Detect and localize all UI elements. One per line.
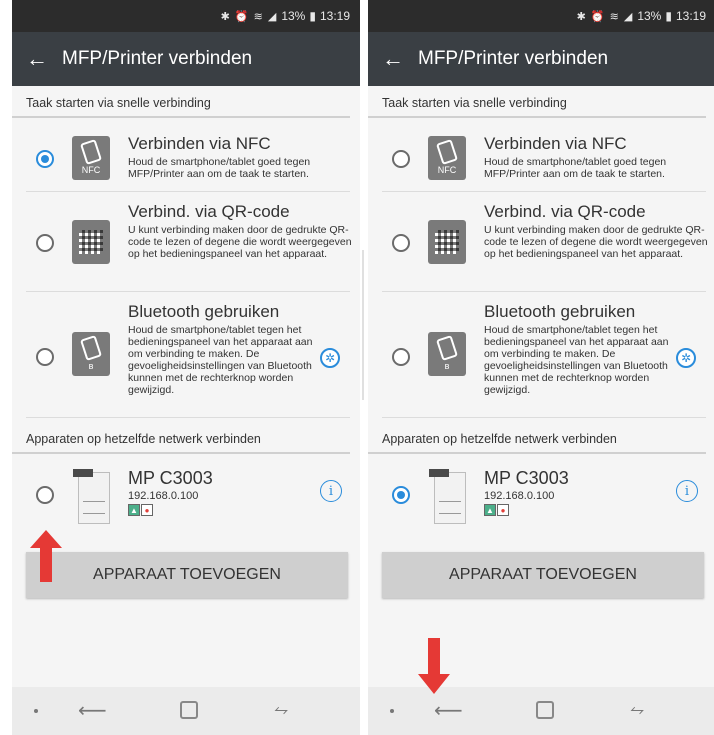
option-bluetooth[interactable]: ʙ Bluetooth gebruiken Houd de smartphone… bbox=[12, 292, 360, 418]
nav-home-icon[interactable] bbox=[180, 701, 198, 719]
gear-icon[interactable]: ✲ bbox=[676, 348, 696, 368]
content-area: Taak starten via snelle verbinding NFC V… bbox=[368, 86, 714, 687]
status-bar: ✱ ⏰ ≋ ◢ 13% ▮ 13:19 bbox=[368, 0, 714, 32]
option-nfc[interactable]: NFC Verbinden via NFC Houd de smartphone… bbox=[368, 124, 714, 192]
battery-level: 13% bbox=[281, 9, 306, 23]
option-title: Verbind. via QR-code bbox=[128, 202, 290, 221]
battery-icon: ▮ bbox=[309, 9, 316, 23]
section-header-network: Apparaten op hetzelfde netwerk verbinden bbox=[368, 422, 714, 454]
nfc-icon: NFC bbox=[428, 136, 466, 180]
nav-dot-icon bbox=[390, 709, 394, 713]
option-qr-code[interactable]: Verbind. via QR-code U kunt verbinding m… bbox=[368, 192, 714, 292]
device-ip: 192.168.0.100 bbox=[484, 490, 555, 502]
nav-recent-icon[interactable]: ⥊ bbox=[630, 699, 644, 720]
arrow-down-annotation-icon bbox=[418, 638, 450, 694]
gear-icon[interactable]: ✲ bbox=[320, 348, 340, 368]
scan-badge-icon: ▲ bbox=[484, 504, 496, 516]
add-device-button[interactable]: APPARAAT TOEVOEGEN bbox=[382, 552, 704, 598]
nav-back-icon[interactable]: ⟵ bbox=[434, 698, 463, 723]
device-row[interactable]: MP C3003 192.168.0.100 ▲ ● i bbox=[368, 466, 714, 542]
battery-level: 13% bbox=[637, 9, 662, 23]
arrow-up-annotation-icon bbox=[30, 530, 62, 582]
radio-nfc[interactable] bbox=[36, 150, 54, 168]
radio-qr-code[interactable] bbox=[36, 234, 54, 252]
back-arrow-icon[interactable]: ← bbox=[26, 46, 56, 72]
battery-icon: ▮ bbox=[665, 9, 672, 23]
page-title: MFP/Printer verbinden bbox=[418, 48, 609, 69]
option-qr-code[interactable]: Verbind. via QR-code U kunt verbinding m… bbox=[12, 192, 360, 292]
color-badge-icon: ● bbox=[141, 504, 153, 516]
device-name: MP C3003 bbox=[484, 468, 569, 488]
bluetooth-icon: ʙ bbox=[72, 332, 110, 376]
option-description: U kunt verbinding maken door de gedrukte… bbox=[484, 224, 708, 260]
option-description: Houd de smartphone/tablet goed tegen MFP… bbox=[484, 156, 667, 180]
device-badges: ▲ ● bbox=[128, 504, 153, 516]
info-icon[interactable]: i bbox=[676, 480, 698, 502]
option-title: Verbind. via QR-code bbox=[484, 202, 646, 221]
phone-screen-left: ✱ ⏰ ≋ ◢ 13% ▮ 13:19 ← MFP/Printer verbin… bbox=[12, 0, 360, 735]
status-icons: ✱ ⏰ ≋ ◢ bbox=[576, 10, 634, 23]
info-icon[interactable]: i bbox=[320, 480, 342, 502]
nfc-icon: NFC bbox=[72, 136, 110, 180]
color-badge-icon: ● bbox=[497, 504, 509, 516]
qr-code-icon bbox=[428, 220, 466, 264]
page-title: MFP/Printer verbinden bbox=[62, 48, 253, 69]
add-device-button[interactable]: APPARAAT TOEVOEGEN bbox=[26, 552, 348, 598]
clock: 13:19 bbox=[675, 9, 706, 23]
option-bluetooth[interactable]: ʙ Bluetooth gebruiken Houd de smartphone… bbox=[368, 292, 714, 418]
content-area: Taak starten via snelle verbinding NFC V… bbox=[12, 86, 360, 687]
option-description: Houd de smartphone/tablet tegen het bedi… bbox=[128, 324, 313, 396]
option-nfc[interactable]: NFC Verbinden via NFC Houd de smartphone… bbox=[12, 124, 360, 192]
device-name: MP C3003 bbox=[128, 468, 213, 488]
radio-device[interactable] bbox=[36, 486, 54, 504]
section-header-network: Apparaten op hetzelfde netwerk verbinden bbox=[12, 422, 360, 454]
device-row[interactable]: MP C3003 192.168.0.100 ▲ ● i bbox=[12, 466, 360, 542]
app-bar: ← MFP/Printer verbinden bbox=[368, 32, 714, 86]
option-title: Bluetooth gebruiken bbox=[128, 302, 280, 321]
radio-qr-code[interactable] bbox=[392, 234, 410, 252]
back-arrow-icon[interactable]: ← bbox=[382, 46, 412, 72]
clock: 13:19 bbox=[319, 9, 350, 23]
radio-device[interactable] bbox=[392, 486, 410, 504]
printer-icon bbox=[73, 469, 110, 524]
radio-bluetooth[interactable] bbox=[392, 348, 410, 366]
system-nav-bar: ⟵ ⥊ bbox=[12, 687, 360, 735]
radio-bluetooth[interactable] bbox=[36, 348, 54, 366]
option-title: Bluetooth gebruiken bbox=[484, 302, 636, 321]
system-nav-bar: ⟵ ⥊ bbox=[368, 687, 714, 735]
device-badges: ▲ ● bbox=[484, 504, 509, 516]
section-header-quick-connect: Taak starten via snelle verbinding bbox=[12, 86, 350, 118]
phone-screen-right: ✱ ⏰ ≋ ◢ 13% ▮ 13:19 ← MFP/Printer verbin… bbox=[368, 0, 714, 735]
nav-dot-icon bbox=[34, 709, 38, 713]
qr-code-icon bbox=[72, 220, 110, 264]
bluetooth-icon: ʙ bbox=[428, 332, 466, 376]
status-bar: ✱ ⏰ ≋ ◢ 13% ▮ 13:19 bbox=[12, 0, 360, 32]
status-icons: ✱ ⏰ ≋ ◢ bbox=[220, 10, 278, 23]
section-header-quick-connect: Taak starten via snelle verbinding bbox=[368, 86, 706, 118]
option-description: Houd de smartphone/tablet goed tegen MFP… bbox=[128, 156, 311, 180]
device-ip: 192.168.0.100 bbox=[128, 490, 199, 502]
printer-icon bbox=[429, 469, 466, 524]
option-description: U kunt verbinding maken door de gedrukte… bbox=[128, 224, 352, 260]
nav-home-icon[interactable] bbox=[536, 701, 554, 719]
nav-back-icon[interactable]: ⟵ bbox=[78, 698, 107, 723]
nav-recent-icon[interactable]: ⥊ bbox=[274, 699, 288, 720]
radio-nfc[interactable] bbox=[392, 150, 410, 168]
option-title: Verbinden via NFC bbox=[128, 134, 271, 153]
app-bar: ← MFP/Printer verbinden bbox=[12, 32, 360, 86]
option-description: Houd de smartphone/tablet tegen het bedi… bbox=[484, 324, 669, 396]
scroll-edge-divider bbox=[362, 250, 364, 400]
option-title: Verbinden via NFC bbox=[484, 134, 627, 153]
scan-badge-icon: ▲ bbox=[128, 504, 140, 516]
